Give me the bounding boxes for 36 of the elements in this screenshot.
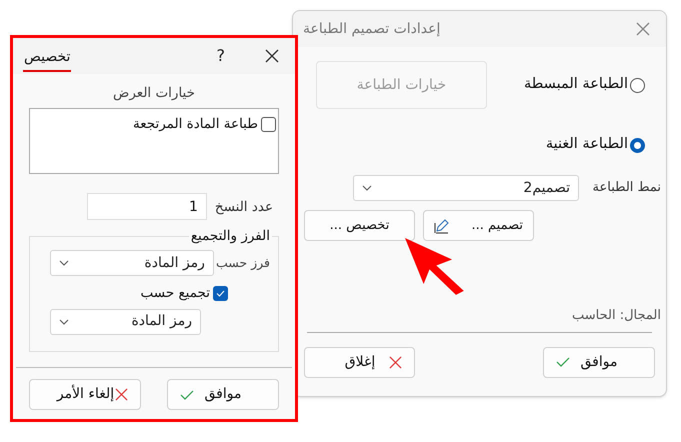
dropdown[interactable]: رمز المادة bbox=[50, 250, 214, 276]
pencil-icon bbox=[434, 218, 450, 234]
group-title: الفرز والتجميع bbox=[188, 227, 272, 246]
copies-field[interactable]: 1 bbox=[86, 193, 207, 220]
cancel-button[interactable]: إلغاء الأمر bbox=[29, 379, 141, 410]
dropdown[interactable]: تصميم2 bbox=[353, 175, 579, 201]
check-icon bbox=[556, 357, 570, 367]
ok-button[interactable]: موافق bbox=[543, 346, 655, 378]
check-icon bbox=[180, 390, 194, 400]
domain-label: المجال: الحاسب bbox=[571, 307, 661, 325]
help-button[interactable]: ? bbox=[216, 44, 225, 68]
section-title: خيارات العرض bbox=[113, 84, 195, 103]
tab[interactable]: تخصيص bbox=[23, 40, 72, 72]
close-icon bbox=[265, 49, 279, 63]
radio-button[interactable]: الطباعة المبسطة bbox=[505, 74, 645, 96]
ok-button[interactable]: موافق bbox=[167, 379, 279, 410]
checkbox[interactable]: تجميع حسب bbox=[50, 283, 228, 304]
cancel-button[interactable]: إغلاق bbox=[304, 346, 415, 378]
field-label: فرز حسب bbox=[216, 254, 270, 272]
field-label: نمط الطباعة bbox=[592, 179, 661, 198]
chevron-down-icon bbox=[59, 260, 69, 266]
close-icon bbox=[636, 22, 650, 36]
chevron-down-icon bbox=[362, 185, 372, 191]
design-button[interactable]: تصميم ... bbox=[423, 210, 534, 241]
checkmark-icon bbox=[216, 290, 225, 297]
customize-button[interactable]: تخصيص ... bbox=[304, 210, 415, 241]
dropdown[interactable]: رمز المادة bbox=[50, 308, 201, 334]
close-icon bbox=[115, 388, 128, 402]
checkbox[interactable]: طباعة المادة المرتجعة bbox=[30, 114, 276, 134]
close-icon bbox=[389, 356, 402, 368]
chevron-down-icon bbox=[59, 318, 69, 324]
close-button[interactable] bbox=[265, 49, 279, 63]
pointer-arrow bbox=[405, 238, 465, 296]
field-label: عدد النسخ bbox=[214, 198, 273, 217]
radio-button[interactable]: الطباعة الغنية bbox=[505, 134, 645, 156]
window-title: إعدادات تصميم الطباعة bbox=[303, 20, 440, 38]
